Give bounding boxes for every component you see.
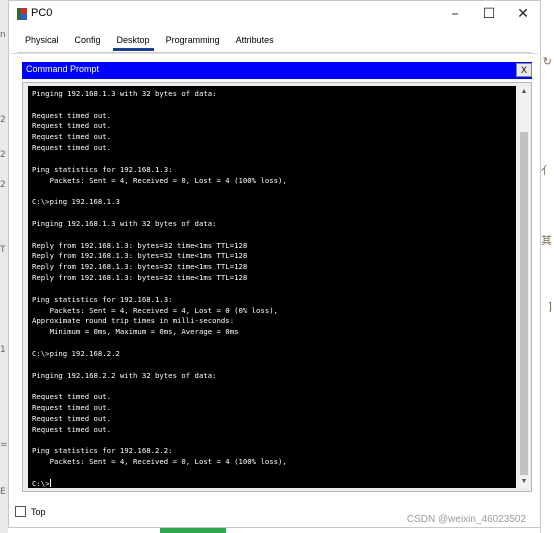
close-button[interactable]: ✕ — [508, 4, 538, 24]
minimize-button[interactable]: – — [440, 4, 470, 24]
tab-programming[interactable]: Programming — [158, 33, 228, 50]
background-fragment: 2 — [0, 150, 6, 160]
pc-window: PC0 – ☐ ✕ Physical Config Desktop Progra… — [8, 0, 541, 528]
background-button-fragment — [160, 528, 226, 533]
scrollbar-thumb[interactable] — [520, 132, 528, 475]
terminal-prompt: C:\> — [32, 478, 50, 488]
background-fragment: ] — [547, 300, 552, 313]
background-window-right — [540, 0, 554, 533]
background-window-left — [0, 0, 8, 533]
terminal-output[interactable]: Pinging 192.168.1.3 with 32 bytes of dat… — [28, 86, 516, 488]
background-fragment: = — [0, 440, 7, 450]
tab-bar: Physical Config Desktop Programming Attr… — [17, 33, 282, 52]
background-fragment: 2 — [0, 180, 6, 190]
tab-physical[interactable]: Physical — [17, 33, 67, 50]
terminal-frame: Pinging 192.168.1.3 with 32 bytes of dat… — [22, 82, 532, 492]
scroll-down-icon[interactable]: ▼ — [518, 476, 530, 488]
command-prompt-title: Command Prompt — [26, 64, 100, 74]
background-fragment: 2 — [0, 115, 6, 125]
scroll-up-icon[interactable]: ▲ — [518, 86, 530, 98]
top-checkbox[interactable] — [15, 506, 26, 517]
window-title: PC0 — [31, 7, 53, 19]
pc-icon — [17, 8, 27, 20]
tab-attributes[interactable]: Attributes — [228, 33, 282, 50]
tab-desktop[interactable]: Desktop — [109, 33, 158, 51]
terminal-text: Pinging 192.168.1.3 with 32 bytes of dat… — [32, 89, 287, 488]
top-option[interactable]: Top — [15, 506, 46, 517]
text-cursor — [49, 478, 51, 487]
title-bar[interactable]: PC0 – ☐ ✕ — [9, 1, 540, 27]
background-fragment: n — [0, 30, 6, 40]
background-fragment: ↻ — [542, 55, 552, 68]
tab-config[interactable]: Config — [67, 33, 109, 50]
command-prompt-title-bar[interactable]: Command Prompt X — [22, 62, 532, 79]
desktop-panel: Command Prompt X Pinging 192.168.1.3 wit… — [11, 53, 538, 499]
background-fragment: T — [0, 245, 6, 255]
top-label: Top — [31, 506, 46, 517]
watermark: CSDN @weixin_46023502 — [406, 514, 526, 525]
background-fragment: E — [0, 487, 6, 497]
background-fragment: 1 — [0, 345, 6, 355]
terminal-scrollbar[interactable]: ▲ ▼ — [518, 86, 530, 488]
background-fragment: 其 — [541, 234, 552, 247]
background-fragment: 亻 — [541, 164, 552, 177]
maximize-button[interactable]: ☐ — [474, 4, 504, 24]
command-prompt-close-button[interactable]: X — [516, 63, 532, 77]
